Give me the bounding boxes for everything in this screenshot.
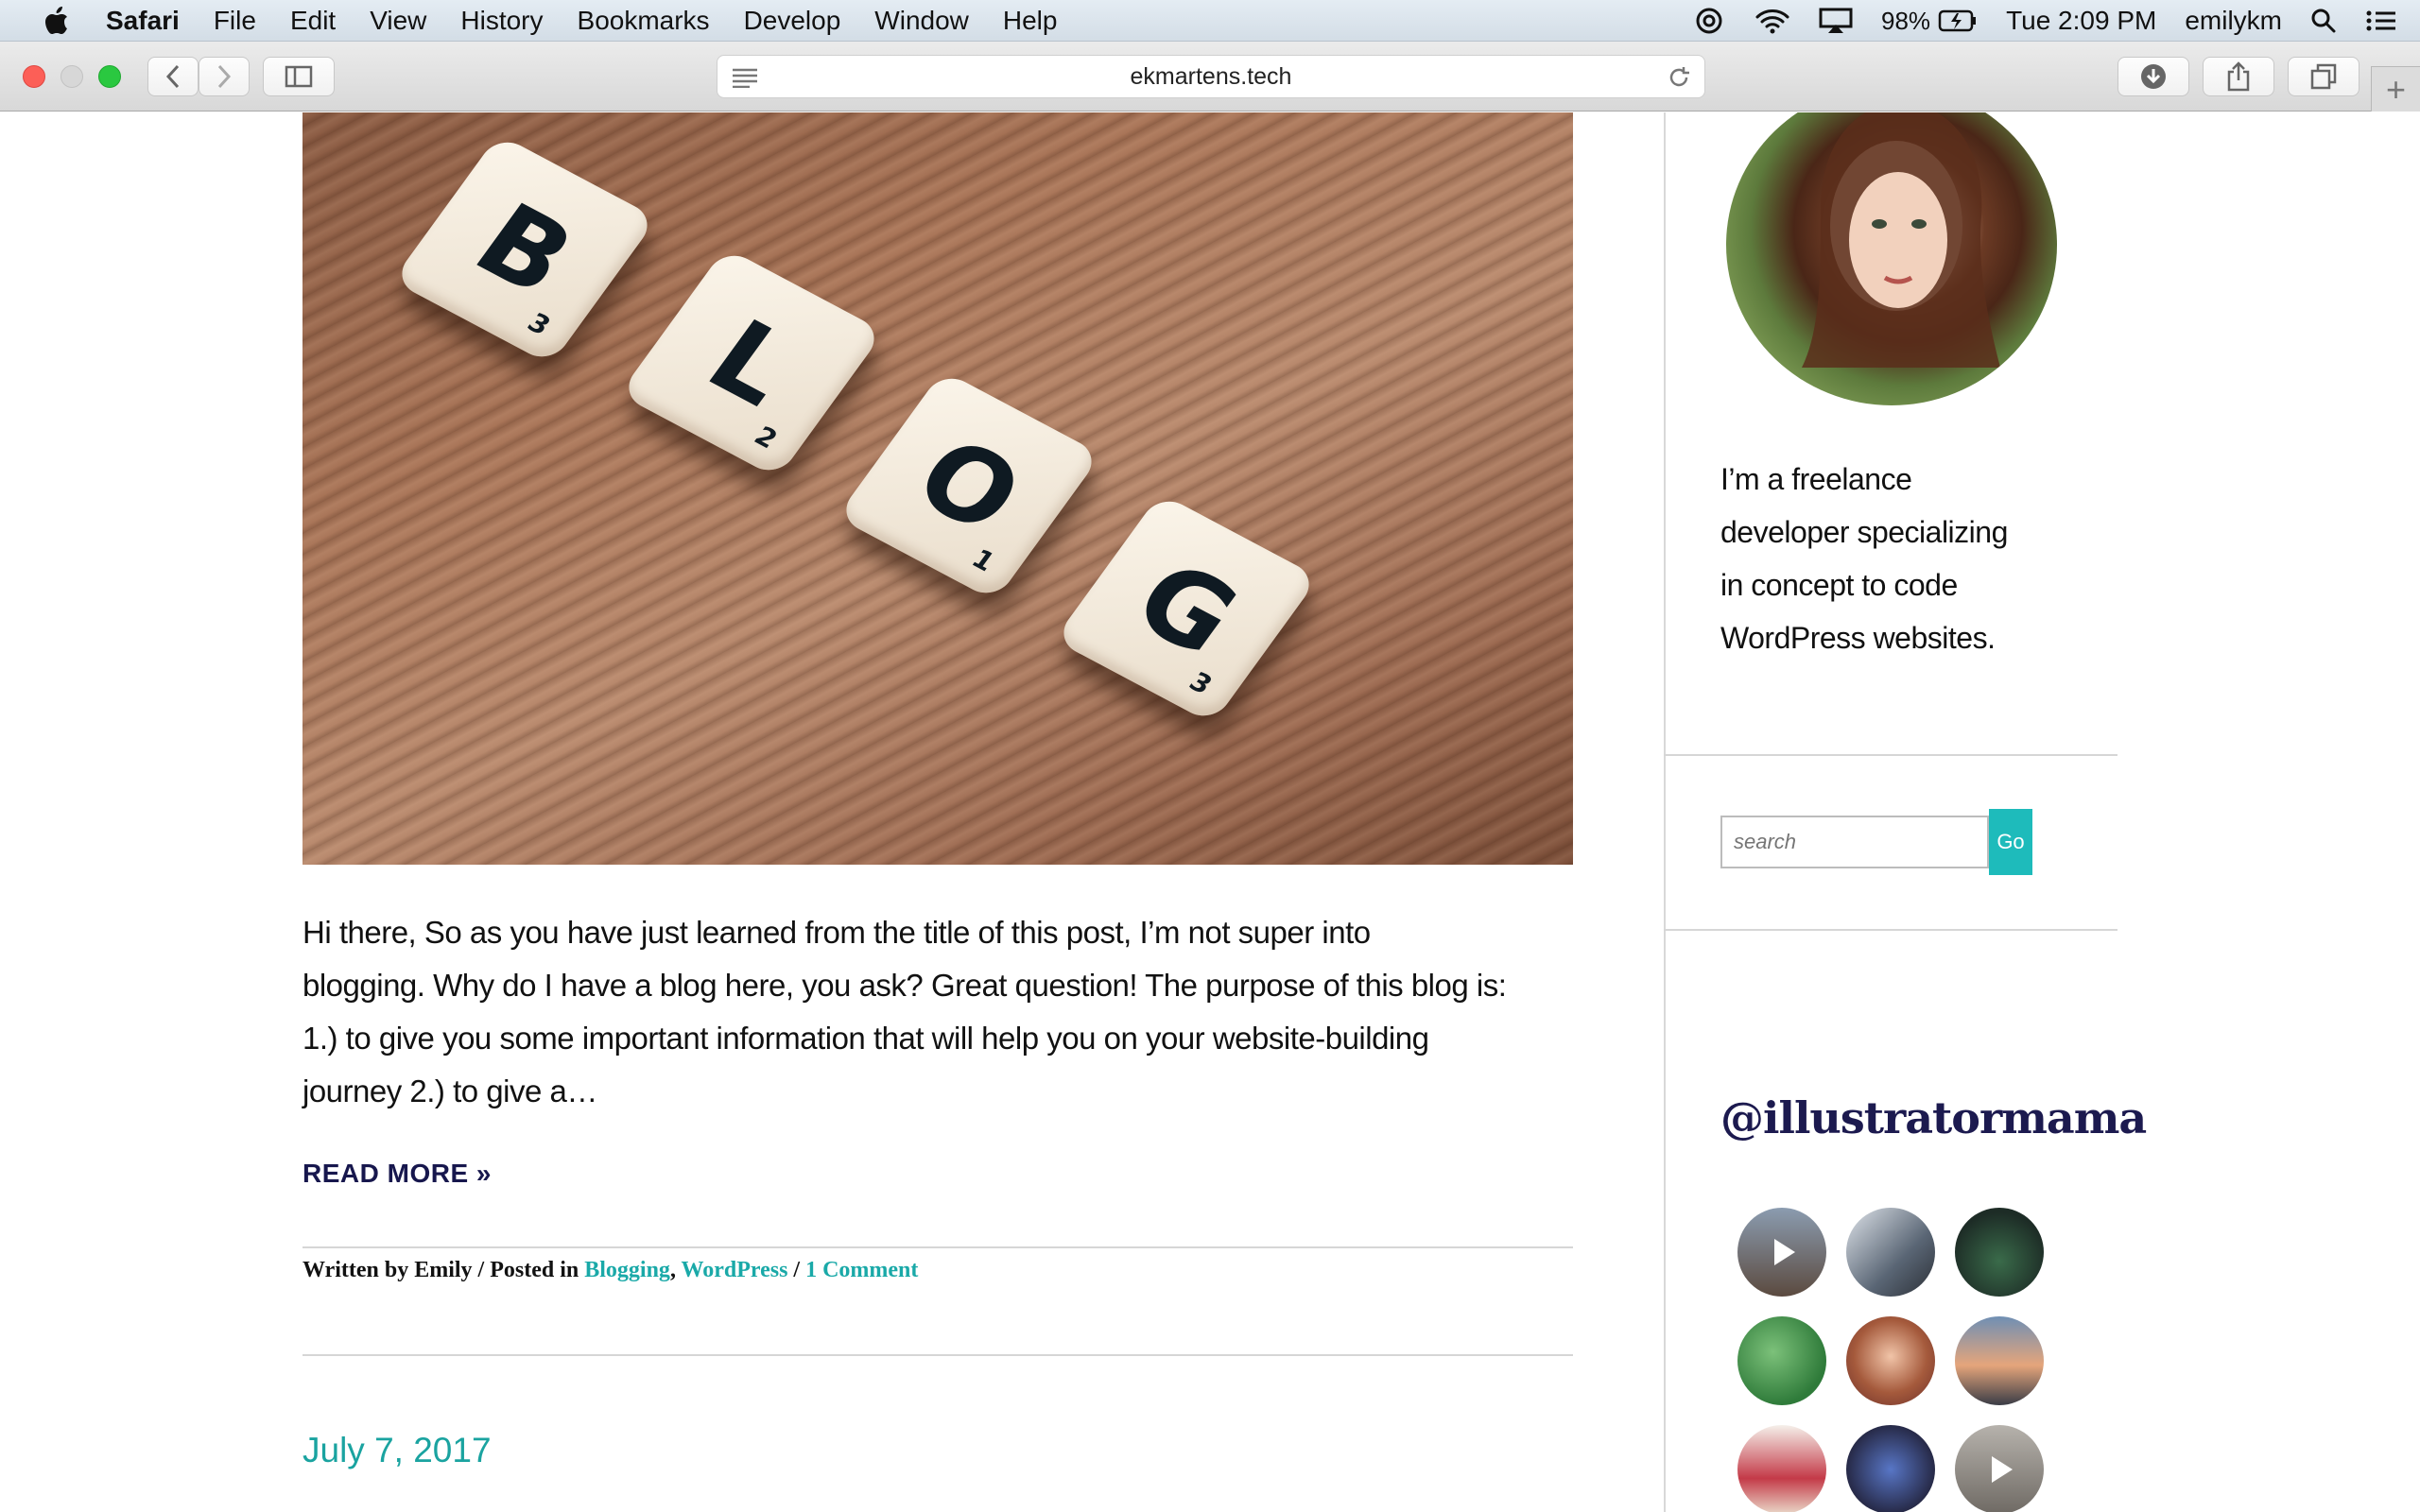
menu-file[interactable]: File xyxy=(214,6,256,36)
excerpt-line: blogging. Why do I have a blog here, you… xyxy=(302,968,1507,1003)
post-featured-image[interactable]: B 3 L 2 O 1 G 3 xyxy=(302,112,1573,865)
plus-icon: + xyxy=(2385,69,2407,109)
instagram-thumb[interactable] xyxy=(1955,1425,2044,1512)
category-link-blogging[interactable]: Blogging xyxy=(584,1258,670,1282)
menu-bookmarks[interactable]: Bookmarks xyxy=(578,6,710,36)
tile-letter: G xyxy=(1113,539,1260,679)
sidebar-search-input[interactable] xyxy=(1720,816,1989,868)
battery-percentage: 98% xyxy=(1881,6,1931,35)
sidebar-icon xyxy=(285,65,313,88)
instagram-thumb[interactable] xyxy=(1955,1316,2044,1405)
creative-cloud-icon[interactable] xyxy=(1692,8,1726,34)
window-close-button[interactable] xyxy=(23,65,45,88)
post-excerpt: Hi there, So as you have just learned fr… xyxy=(302,906,1579,1118)
instagram-thumb[interactable] xyxy=(1846,1316,1935,1405)
author-bio: I’m a freelance developer specializing i… xyxy=(1720,453,2080,664)
chevron-right-icon xyxy=(217,64,232,89)
excerpt-line: Hi there, So as you have just learned fr… xyxy=(302,915,1371,950)
instagram-thumb[interactable] xyxy=(1737,1425,1826,1512)
tile-letter: O xyxy=(893,415,1045,557)
download-icon xyxy=(2141,64,2166,89)
new-tab-button[interactable]: + xyxy=(2371,66,2420,112)
menu-view[interactable]: View xyxy=(370,6,426,36)
scrabble-tile-o: O 1 xyxy=(836,369,1102,602)
menu-app-safari[interactable]: Safari xyxy=(106,6,180,36)
bio-line: WordPress websites. xyxy=(1720,621,1996,655)
menu-edit[interactable]: Edit xyxy=(290,6,336,36)
next-post-date[interactable]: July 7, 2017 xyxy=(302,1431,492,1470)
read-more-link[interactable]: READ MORE » xyxy=(302,1159,492,1189)
tab-overview-button[interactable] xyxy=(2288,57,2360,96)
bio-line: I’m a freelance xyxy=(1720,462,1912,496)
excerpt-line: 1.) to give you some important informati… xyxy=(302,1021,1429,1056)
meta-divider-top xyxy=(302,1246,1573,1248)
downloads-button[interactable] xyxy=(2118,57,2189,96)
meta-comma: , xyxy=(669,1258,682,1282)
tile-score: 2 xyxy=(748,420,784,455)
excerpt-line: journey 2.) to give a… xyxy=(302,1074,597,1108)
back-button[interactable] xyxy=(147,57,199,96)
instagram-thumb[interactable] xyxy=(1737,1208,1826,1297)
scrabble-tile-b: B 3 xyxy=(391,133,658,366)
share-button[interactable] xyxy=(2203,57,2274,96)
menubar-clock[interactable]: Tue 2:09 PM xyxy=(2006,6,2156,36)
apple-menu-icon[interactable] xyxy=(36,0,78,42)
scrabble-tile-g: G 3 xyxy=(1053,492,1320,725)
menu-window[interactable]: Window xyxy=(874,6,969,36)
battery-charging-icon[interactable] xyxy=(1938,9,1978,33)
author-avatar xyxy=(1726,112,2057,405)
address-bar[interactable]: ekmartens.tech xyxy=(717,55,1705,98)
reader-view-icon[interactable] xyxy=(731,67,759,88)
play-icon xyxy=(1774,1239,1795,1265)
search-go-button[interactable]: Go xyxy=(1989,809,2032,875)
sidebar-toggle-button[interactable] xyxy=(263,57,335,96)
menu-bar: Safari File Edit View History Bookmarks … xyxy=(0,0,2420,42)
airplay-icon[interactable] xyxy=(1819,8,1853,34)
instagram-thumb[interactable] xyxy=(1846,1425,1935,1512)
forward-button[interactable] xyxy=(199,57,250,96)
menu-develop[interactable]: Develop xyxy=(744,6,841,36)
play-icon xyxy=(1992,1456,2013,1483)
post-meta: Written by Emily / Posted in Blogging, W… xyxy=(302,1258,918,1283)
web-page: B 3 L 2 O 1 G 3 Hi there, So as you have… xyxy=(0,112,2420,1512)
spotlight-search-icon[interactable] xyxy=(2310,8,2337,34)
instagram-thumb[interactable] xyxy=(1846,1208,1935,1297)
chevron-left-icon xyxy=(165,64,180,89)
bio-line: in concept to code xyxy=(1720,568,1958,602)
instagram-thumb[interactable] xyxy=(1737,1316,1826,1405)
menu-history[interactable]: History xyxy=(460,6,543,36)
browser-toolbar: ekmartens.tech + xyxy=(0,42,2420,112)
menu-help[interactable]: Help xyxy=(1003,6,1058,36)
share-icon xyxy=(2227,61,2250,92)
tile-letter: L xyxy=(686,298,817,428)
sidebar-rule-2 xyxy=(1664,929,2118,931)
scrabble-tile-l: L 2 xyxy=(618,247,885,479)
reload-icon[interactable] xyxy=(1667,65,1691,90)
window-minimize-button[interactable] xyxy=(60,65,83,88)
sidebar-divider xyxy=(1664,112,1666,1512)
wifi-icon[interactable] xyxy=(1754,8,1790,34)
tabs-icon xyxy=(2310,63,2337,90)
window-zoom-button[interactable] xyxy=(98,65,121,88)
comments-link[interactable]: 1 Comment xyxy=(805,1258,918,1282)
tile-letter: B xyxy=(453,181,596,318)
post-meta-author: Written by Emily / Posted in xyxy=(302,1258,585,1282)
instagram-handle[interactable]: @illustratormama xyxy=(1720,1092,2147,1143)
post-divider xyxy=(302,1354,1573,1356)
bio-line: developer specializing xyxy=(1720,515,2008,549)
notification-center-icon[interactable] xyxy=(2365,9,2397,33)
address-url: ekmartens.tech xyxy=(1130,62,1292,90)
meta-separator: / xyxy=(787,1258,806,1282)
instagram-thumb[interactable] xyxy=(1955,1208,2044,1297)
sidebar-rule-1 xyxy=(1664,754,2118,756)
category-link-wordpress[interactable]: WordPress xyxy=(682,1258,788,1282)
menubar-user[interactable]: emilykm xyxy=(2185,6,2282,36)
